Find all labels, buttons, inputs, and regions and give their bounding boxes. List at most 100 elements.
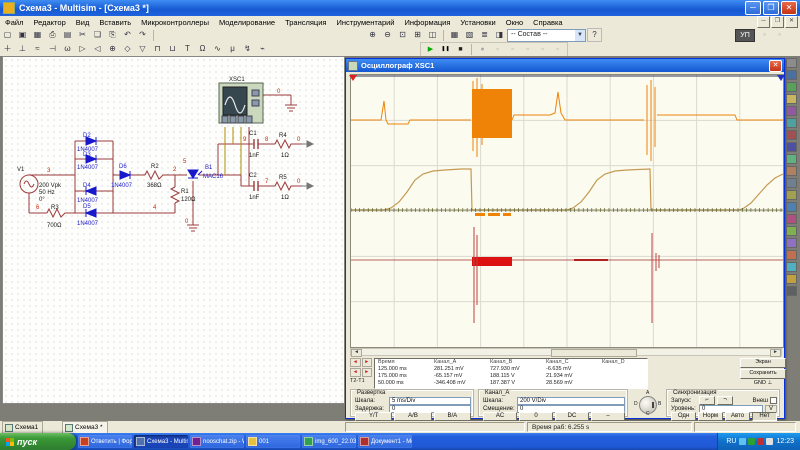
taskbar-item[interactable]: Ответить | Форум... — [78, 435, 132, 448]
cursor-2-step-button[interactable]: ► — [362, 368, 373, 377]
instrument-icon[interactable] — [786, 130, 797, 140]
redo-icon[interactable]: ↷ — [136, 29, 149, 41]
waveform-scrollbar[interactable]: ◄ ► — [350, 348, 782, 356]
menu-файл[interactable]: Файл — [0, 18, 28, 27]
save-icon[interactable]: ▦ — [31, 29, 44, 41]
menu-моделирование[interactable]: Моделирование — [214, 18, 280, 27]
instrument-icon[interactable] — [786, 154, 797, 164]
instrument-icon[interactable] — [786, 226, 797, 236]
component-button[interactable]: ω — [61, 43, 74, 55]
instrument-icon[interactable] — [786, 166, 797, 176]
taskbar-item[interactable]: img_600_22.03.04.jp... — [302, 435, 356, 448]
channel-selector-dial[interactable]: A B C D — [634, 392, 662, 416]
mcu-panel-button[interactable]: УП — [735, 29, 755, 42]
instrument-icon[interactable] — [786, 82, 797, 92]
sim-extra-button[interactable]: ● — [476, 44, 489, 55]
ext-trigger-checkbox[interactable] — [770, 397, 777, 404]
instrument-icon[interactable] — [786, 274, 797, 284]
cursor-1-step-button[interactable]: ◄ — [350, 358, 361, 367]
sim-extra-button[interactable]: ▫ — [521, 44, 534, 55]
zoom-in-icon[interactable]: ⊕ — [366, 29, 379, 41]
component-button[interactable]: μ — [226, 43, 239, 55]
taskbar-item[interactable]: Схема3 - Multisim... — [134, 435, 188, 448]
scroll-left-icon[interactable]: ◄ — [351, 349, 362, 357]
component-button[interactable]: Ω — [196, 43, 209, 55]
scrollbar-thumb[interactable] — [551, 349, 637, 357]
sheet-tab-2[interactable]: Схема3 * — [62, 421, 108, 433]
component-button[interactable]: ＋ — [1, 43, 14, 55]
instrument-icon[interactable] — [786, 214, 797, 224]
cursor-2-step-button[interactable]: ◄ — [350, 368, 361, 377]
component-button[interactable]: ≈ — [31, 43, 44, 55]
component-button[interactable]: ▽ — [136, 43, 149, 55]
menu-установки[interactable]: Установки — [455, 18, 500, 27]
component-button[interactable]: ⊕ — [106, 43, 119, 55]
component-button[interactable]: ◁ — [91, 43, 104, 55]
close-button[interactable]: ✕ — [781, 1, 797, 15]
child-minimize-button[interactable]: ─ — [757, 16, 770, 28]
sim-extra-button[interactable]: ▫ — [491, 44, 504, 55]
menu-окно[interactable]: Окно — [501, 18, 528, 27]
undo-icon[interactable]: ↶ — [121, 29, 134, 41]
language-indicator[interactable]: RU — [726, 438, 736, 445]
sheet-tab-1[interactable]: Схема1 — [2, 421, 43, 433]
toolbar-extra-button[interactable]: ▫ — [758, 29, 771, 41]
component-button[interactable]: T — [181, 43, 194, 55]
trigger-mode-одн[interactable]: Одн — [671, 412, 696, 421]
sim-extra-button[interactable]: ▫ — [506, 44, 519, 55]
menu-трансляция[interactable]: Трансляция — [280, 18, 331, 27]
channel-coupling-0[interactable]: 0 — [519, 412, 553, 421]
instrument-icon[interactable] — [786, 178, 797, 188]
cursor-1-step-button[interactable]: ► — [362, 358, 373, 367]
cursor-2-handle[interactable] — [777, 75, 785, 81]
zoom-fit-icon[interactable]: ⊞ — [411, 29, 424, 41]
properties-icon[interactable]: ▧ — [463, 29, 476, 41]
stop-simulation-button[interactable]: ■ — [454, 44, 467, 55]
tray-icon[interactable] — [739, 438, 746, 445]
instrument-icon[interactable] — [786, 238, 797, 248]
zoom-out-icon[interactable]: ⊖ — [381, 29, 394, 41]
trigger-mode-авто[interactable]: Авто — [725, 412, 750, 421]
toolbar-extra-button[interactable]: ▫ — [773, 29, 786, 41]
in-use-list-dropdown[interactable]: -- Состав --▼ — [507, 29, 586, 42]
cut-icon[interactable]: ✂ — [76, 29, 89, 41]
menu-микроконтроллеры[interactable]: Микроконтроллеры — [136, 18, 214, 27]
oscilloscope-close-button[interactable]: ✕ — [769, 60, 782, 72]
component-button[interactable]: ↯ — [241, 43, 254, 55]
reverse-button[interactable]: Экран — [740, 358, 786, 368]
new-file-icon[interactable]: ▢ — [1, 29, 14, 41]
tray-icon[interactable] — [757, 438, 764, 445]
help-button[interactable]: ? — [587, 28, 602, 42]
taskbar-item[interactable]: nooschat.zip - WinRAR — [190, 435, 244, 448]
menu-редактор[interactable]: Редактор — [28, 18, 70, 27]
menu-справка[interactable]: Справка — [528, 18, 567, 27]
tray-icon[interactable] — [766, 438, 773, 445]
maximize-button[interactable]: ❐ — [763, 1, 779, 15]
component-button[interactable]: ⌁ — [256, 43, 269, 55]
print-icon[interactable]: ⎙ — [46, 29, 59, 41]
channel-coupling-[interactable]: – — [591, 412, 625, 421]
instrument-icon[interactable] — [786, 106, 797, 116]
tray-icon[interactable] — [748, 438, 755, 445]
instrument-icon[interactable] — [786, 286, 797, 296]
paste-icon[interactable]: ⎘ — [106, 29, 119, 41]
timebase-mode-b/a[interactable]: B/A — [434, 412, 471, 421]
child-close-button[interactable]: ✕ — [785, 16, 798, 28]
preview-icon[interactable]: ▤ — [61, 29, 74, 41]
component-button[interactable]: ⊔ — [166, 43, 179, 55]
menu-информация[interactable]: Информация — [400, 18, 456, 27]
zoom-area-icon[interactable]: ⊡ — [396, 29, 409, 41]
timebase-scale-input[interactable]: 5 ms/Div — [389, 397, 471, 405]
instrument-icon[interactable] — [786, 250, 797, 260]
component-button[interactable]: ⊓ — [151, 43, 164, 55]
taskbar-item[interactable]: 001 — [246, 435, 300, 448]
grid-icon[interactable]: ▦ — [448, 29, 461, 41]
menu-вид[interactable]: Вид — [71, 18, 95, 27]
minimize-button[interactable]: ─ — [745, 1, 761, 15]
copy-icon[interactable]: ❏ — [91, 29, 104, 41]
oscilloscope-title-bar[interactable]: Осциллограф XSC1 ✕ — [346, 59, 784, 72]
menu-инструментарий[interactable]: Инструментарий — [331, 18, 399, 27]
schematic-canvas[interactable]: XSC10V13200 Vpk50 Hz0°R3700Ω64D21N4007D3… — [2, 56, 345, 404]
component-button[interactable]: ⊥ — [16, 43, 29, 55]
sim-extra-button[interactable]: ▫ — [551, 44, 564, 55]
